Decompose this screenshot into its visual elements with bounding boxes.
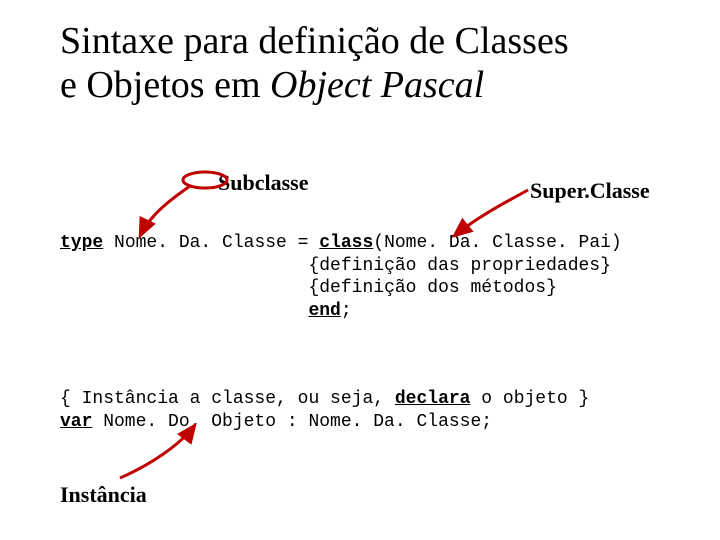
code1-l1a: Nome. Da. Classe =	[103, 233, 319, 253]
slide-title: Sintaxe para definição de Classes e Obje…	[60, 20, 680, 107]
arrow-superclasse-icon	[454, 190, 528, 236]
label-instancia: Instância	[60, 482, 147, 508]
label-superclasse: Super.Classe	[530, 178, 650, 204]
code2-l1a: { Instância a classe, ou seja,	[60, 389, 395, 409]
keyword-declara: declara	[395, 389, 471, 409]
code2-l2: Nome. Do. Objeto : Nome. Da. Classe;	[92, 412, 492, 432]
indent	[60, 256, 308, 276]
code1-semi: ;	[341, 301, 352, 321]
arrow-subclasse-icon	[140, 186, 190, 236]
keyword-var: var	[60, 412, 92, 432]
keyword-type: type	[60, 233, 103, 253]
keyword-end: end	[308, 301, 340, 321]
code1-l2: {definição das propriedades}	[308, 256, 610, 276]
title-line2-italic: Object Pascal	[270, 64, 484, 106]
code1-l1b: (Nome. Da. Classe. Pai)	[373, 233, 621, 253]
indent	[60, 301, 308, 321]
code2-l1b: o objeto }	[470, 389, 589, 409]
code-block-instance: { Instância a classe, ou seja, declara o…	[60, 388, 589, 433]
title-line2-plain: e Objetos em	[60, 64, 270, 106]
code-block-class-def: type Nome. Da. Classe = class(Nome. Da. …	[60, 232, 622, 322]
label-subclasse: Subclasse	[218, 170, 308, 196]
indent	[60, 278, 308, 298]
title-line1: Sintaxe para definição de Classes	[60, 20, 569, 62]
slide: Sintaxe para definição de Classes e Obje…	[0, 0, 720, 540]
code1-l3: {definição dos métodos}	[308, 278, 556, 298]
keyword-class: class	[319, 233, 373, 253]
